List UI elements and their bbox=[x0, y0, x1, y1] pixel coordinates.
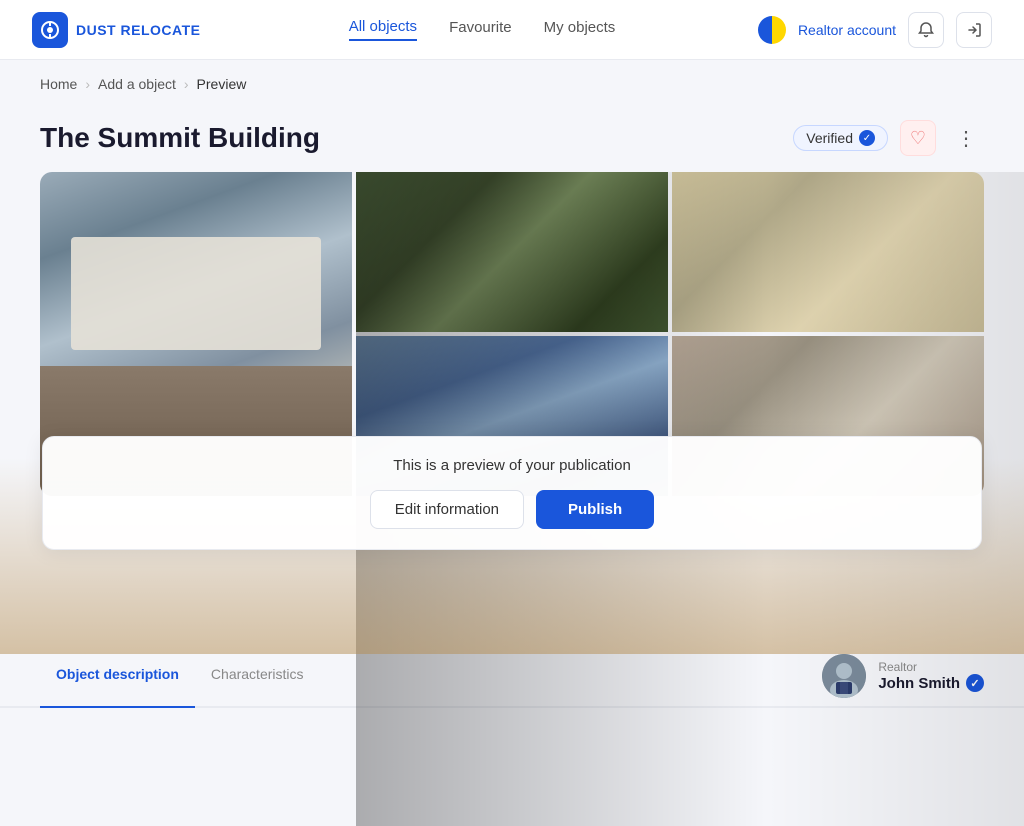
flag-icon bbox=[758, 16, 786, 44]
breadcrumb: Home › Add a object › Preview bbox=[0, 60, 1024, 100]
logo-text: DUST RELOCATE bbox=[76, 22, 200, 38]
nav-favourite[interactable]: Favourite bbox=[449, 19, 512, 40]
preview-banner: This is a preview of your publication Ed… bbox=[42, 436, 982, 550]
tab-characteristics[interactable]: Characteristics bbox=[195, 654, 320, 708]
more-icon: ⋮ bbox=[956, 126, 976, 151]
logo-icon bbox=[32, 12, 68, 48]
breadcrumb-sep-2: › bbox=[184, 76, 189, 92]
header-right: Realtor account bbox=[752, 12, 992, 48]
notification-button[interactable] bbox=[908, 12, 944, 48]
logo[interactable]: DUST RELOCATE bbox=[32, 12, 212, 48]
logout-button[interactable] bbox=[956, 12, 992, 48]
nav-my-objects[interactable]: My objects bbox=[544, 19, 616, 40]
photo-corridor bbox=[356, 172, 668, 332]
page-title: The Summit Building bbox=[40, 122, 320, 154]
publish-button[interactable]: Publish bbox=[536, 490, 654, 529]
breadcrumb-add-object[interactable]: Add a object bbox=[98, 76, 176, 92]
nav-all-objects[interactable]: All objects bbox=[349, 18, 417, 41]
realtor-account-link[interactable]: Realtor account bbox=[798, 22, 896, 38]
main-nav: All objects Favourite My objects bbox=[212, 18, 752, 41]
heart-icon: ♡ bbox=[910, 128, 926, 149]
breadcrumb-current: Preview bbox=[197, 76, 247, 92]
verified-label: Verified bbox=[806, 130, 853, 146]
preview-text: This is a preview of your publication bbox=[393, 457, 631, 474]
favorite-button[interactable]: ♡ bbox=[900, 120, 936, 156]
more-options-button[interactable]: ⋮ bbox=[948, 120, 984, 156]
preview-actions: Edit information Publish bbox=[370, 490, 654, 529]
tab-object-description[interactable]: Object description bbox=[40, 654, 195, 708]
page-header: The Summit Building Verified ✓ ♡ ⋮ bbox=[40, 120, 984, 156]
header: DUST RELOCATE All objects Favourite My o… bbox=[0, 0, 1024, 60]
page-header-actions: Verified ✓ ♡ ⋮ bbox=[793, 120, 984, 156]
verified-badge: Verified ✓ bbox=[793, 125, 888, 151]
breadcrumb-sep-1: › bbox=[85, 76, 90, 92]
edit-information-button[interactable]: Edit information bbox=[370, 490, 524, 529]
verified-icon: ✓ bbox=[859, 130, 875, 146]
main-content: The Summit Building Verified ✓ ♡ ⋮ bbox=[0, 100, 1024, 630]
breadcrumb-home[interactable]: Home bbox=[40, 76, 77, 92]
